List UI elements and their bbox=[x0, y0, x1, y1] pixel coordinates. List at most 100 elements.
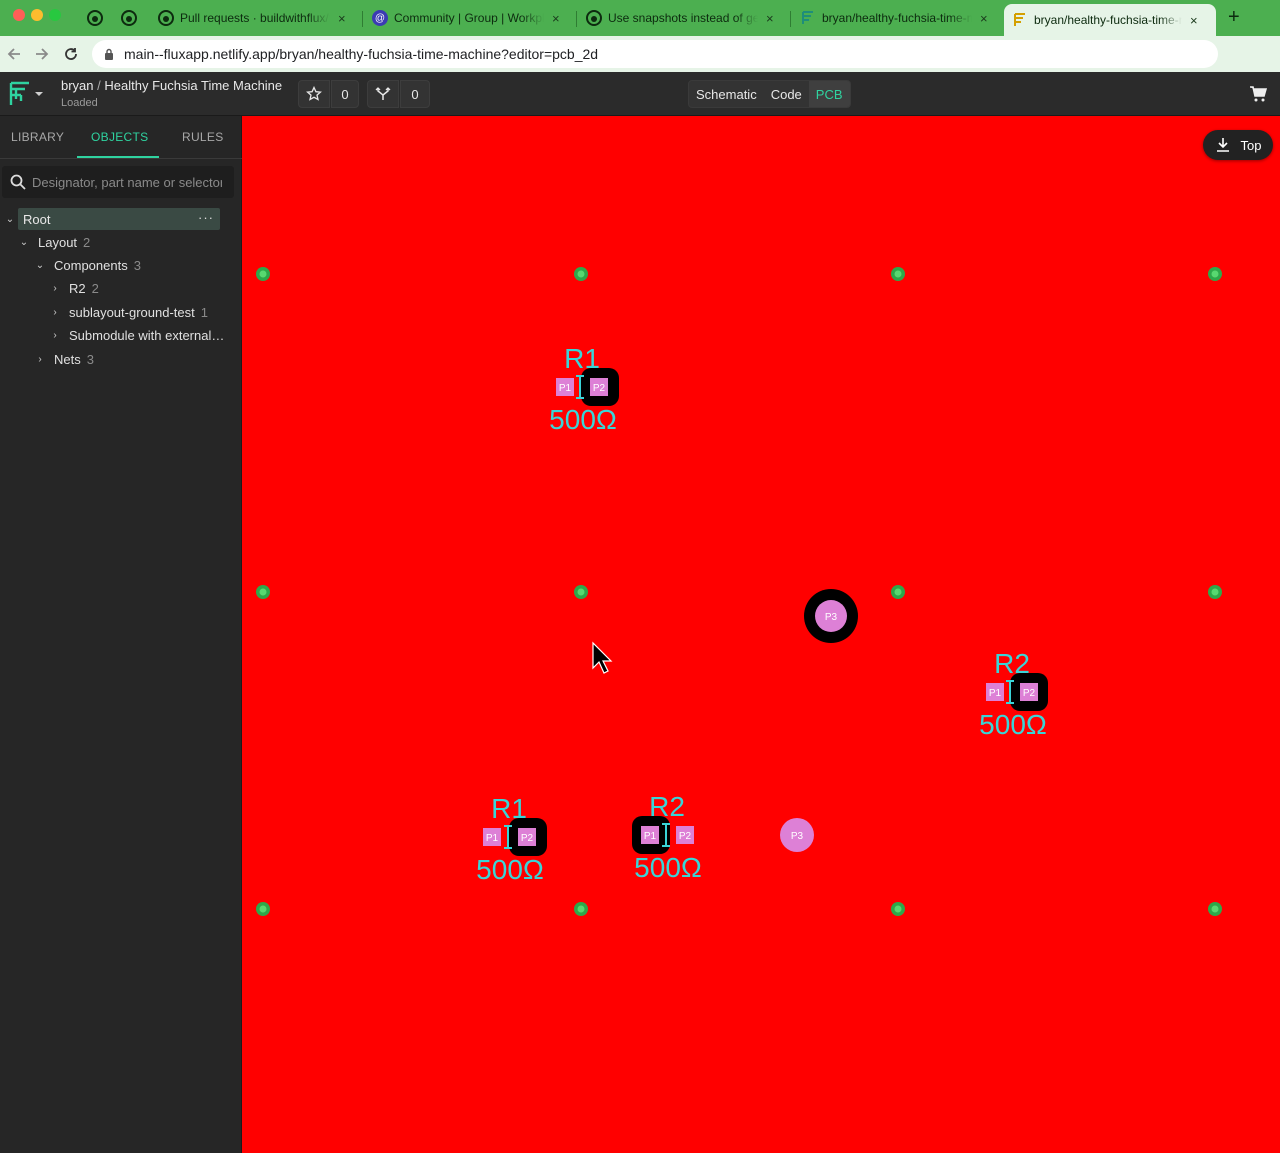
flux-logo-menu[interactable] bbox=[8, 80, 44, 108]
window-close-button[interactable] bbox=[13, 9, 25, 21]
pad-label: P1 bbox=[989, 688, 1002, 699]
pcb-canvas[interactable]: P1 P2 R1 500Ω P1 P2 R2 500Ω P1 P2 R1 500… bbox=[242, 116, 1280, 1153]
pinned-tab-github[interactable] bbox=[85, 8, 105, 28]
tree-item-components[interactable]: ⌄ Components 3 bbox=[33, 254, 141, 276]
editor-mode-switch: Schematic Code PCB bbox=[688, 80, 851, 108]
grid-dot bbox=[574, 267, 588, 281]
round-pad-p3[interactable]: P3 bbox=[780, 818, 814, 852]
pad-label: P1 bbox=[644, 831, 657, 842]
more-icon[interactable]: ··· bbox=[198, 210, 214, 225]
chevron-down-icon: ⌄ bbox=[19, 236, 29, 248]
mode-pcb-button[interactable]: PCB bbox=[808, 81, 850, 107]
value-label: 500Ω bbox=[549, 404, 617, 435]
github-icon bbox=[158, 10, 174, 26]
component-r2-right[interactable]: P1 P2 R2 500Ω bbox=[979, 648, 1048, 740]
tab-flux-project[interactable]: bryan/healthy-fuchsia-time-machine × bbox=[792, 4, 996, 32]
tree-item-sublayout[interactable]: › sublayout-ground-test 1 bbox=[48, 301, 208, 323]
tree-item-nets[interactable]: › Nets 3 bbox=[33, 348, 94, 370]
flux-logo-icon bbox=[9, 81, 43, 105]
mode-schematic-button[interactable]: Schematic bbox=[689, 81, 764, 107]
mode-code-button[interactable]: Code bbox=[764, 81, 809, 107]
tab-use-snapshots[interactable]: Use snapshots instead of getS × bbox=[578, 4, 782, 32]
grid-dot bbox=[1208, 267, 1222, 281]
chevron-right-icon: › bbox=[53, 306, 57, 318]
tree-item-r2[interactable]: › R2 2 bbox=[48, 277, 99, 299]
sidebar: LIBRARY OBJECTS RULES ⌄ Root ··· ⌄ Layou… bbox=[0, 116, 242, 1153]
download-icon bbox=[1216, 138, 1229, 152]
value-label: 500Ω bbox=[634, 852, 702, 883]
pad-label: P3 bbox=[825, 612, 838, 623]
component-r1-bottom[interactable]: P1 P2 R1 500Ω bbox=[476, 793, 547, 885]
flux-icon bbox=[1012, 12, 1028, 28]
tree-item-count: 3 bbox=[86, 351, 94, 367]
app-header: bryan / Healthy Fuchsia Time Machine Loa… bbox=[0, 72, 1280, 116]
view-side-button[interactable]: Top bbox=[1203, 130, 1273, 160]
root-toggle[interactable]: ⌄ bbox=[3, 208, 17, 230]
grid-dot bbox=[574, 902, 588, 916]
grid-dot bbox=[891, 267, 905, 281]
active-tab-indicator bbox=[77, 156, 159, 158]
tab-library[interactable]: LIBRARY bbox=[11, 130, 64, 144]
workplace-icon: @ bbox=[372, 10, 388, 26]
tree-item-layout[interactable]: ⌄ Layout 2 bbox=[17, 231, 90, 253]
tab-objects[interactable]: OBJECTS bbox=[91, 130, 148, 144]
owner-link[interactable]: bryan bbox=[61, 78, 94, 93]
tab-flux-project-active[interactable]: bryan/healthy-fuchsia-time-machine × bbox=[1004, 4, 1216, 36]
new-tab-button[interactable]: + bbox=[1228, 6, 1240, 29]
search-input[interactable] bbox=[32, 174, 222, 190]
project-name[interactable]: Healthy Fuchsia Time Machine bbox=[104, 78, 282, 93]
tab-pull-requests[interactable]: Pull requests · buildwithflux/flux × bbox=[150, 4, 354, 32]
tab-separator bbox=[362, 11, 363, 27]
star-button[interactable] bbox=[298, 80, 330, 108]
arrow-left-icon bbox=[7, 48, 20, 60]
tab-close-icon[interactable]: × bbox=[1190, 13, 1198, 28]
github-icon bbox=[87, 10, 103, 26]
tree-root[interactable]: Root ··· bbox=[18, 208, 220, 230]
tab-title: bryan/healthy-fuchsia-time-machine bbox=[1034, 13, 1182, 27]
tab-close-icon[interactable]: × bbox=[338, 11, 346, 26]
tab-community[interactable]: @ Community | Group | Workplace × bbox=[364, 4, 568, 32]
tree-item-submodule[interactable]: › Submodule with external… bbox=[48, 324, 224, 346]
cart-icon bbox=[1250, 86, 1267, 102]
pinned-tab-github-2[interactable] bbox=[119, 8, 139, 28]
fork-button[interactable] bbox=[367, 80, 399, 108]
pad-label: P2 bbox=[679, 831, 692, 842]
round-pad-p3-ringed[interactable]: P3 bbox=[804, 589, 858, 643]
star-icon bbox=[306, 86, 322, 101]
chevron-right-icon: › bbox=[38, 353, 42, 365]
tree-root-label: Root bbox=[23, 211, 51, 227]
address-bar[interactable]: main--fluxapp.netlify.app/bryan/healthy-… bbox=[92, 40, 1218, 68]
tree-item-label: sublayout-ground-test bbox=[69, 304, 195, 320]
cart-button[interactable] bbox=[1242, 80, 1274, 108]
reload-icon bbox=[65, 48, 77, 60]
tab-close-icon[interactable]: × bbox=[980, 11, 988, 26]
pad-label: P2 bbox=[521, 833, 534, 844]
window-zoom-button[interactable] bbox=[49, 9, 61, 21]
tree-item-count: 2 bbox=[83, 234, 91, 250]
grid-dot bbox=[891, 902, 905, 916]
browser-tab-strip: Pull requests · buildwithflux/flux × @ C… bbox=[0, 0, 1280, 36]
mouse-cursor-icon bbox=[592, 641, 613, 674]
tree-item-label: R2 bbox=[69, 280, 86, 296]
grid-dot bbox=[891, 585, 905, 599]
github-icon bbox=[121, 10, 137, 26]
component-r1-top[interactable]: P1 P2 R1 500Ω bbox=[549, 343, 619, 435]
reload-button[interactable] bbox=[59, 42, 83, 66]
breadcrumb-separator: / bbox=[97, 78, 101, 93]
back-button[interactable] bbox=[2, 42, 26, 66]
tab-rules[interactable]: RULES bbox=[182, 130, 224, 144]
tab-title: Community | Group | Workplace bbox=[394, 11, 544, 25]
component-r2-bottom[interactable]: P1 P2 R2 500Ω bbox=[632, 791, 702, 883]
tab-title: Pull requests · buildwithflux/flux bbox=[180, 11, 330, 25]
grid-dot bbox=[256, 902, 270, 916]
pcb-board[interactable]: P1 P2 R1 500Ω P1 P2 R2 500Ω P1 P2 R1 500… bbox=[242, 116, 1280, 1153]
tab-close-icon[interactable]: × bbox=[552, 11, 560, 26]
forward-button[interactable] bbox=[30, 42, 54, 66]
designator-label: R2 bbox=[649, 791, 685, 822]
tree-item-count: 3 bbox=[133, 257, 141, 273]
tab-title: Use snapshots instead of getS bbox=[608, 11, 758, 25]
tab-close-icon[interactable]: × bbox=[766, 11, 774, 26]
window-minimize-button[interactable] bbox=[31, 9, 43, 21]
star-count: 0 bbox=[331, 80, 359, 108]
grid-dot bbox=[256, 267, 270, 281]
